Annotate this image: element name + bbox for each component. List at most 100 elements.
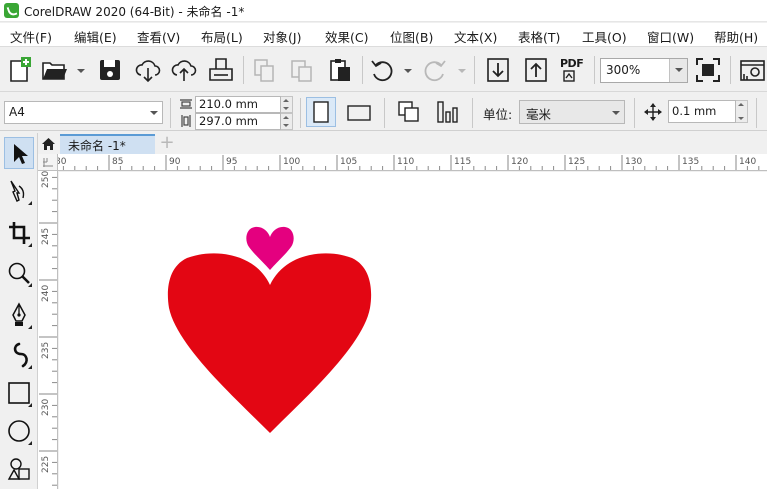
basic-shapes-tool-icon — [7, 458, 30, 480]
portrait-orientation-button[interactable] — [306, 97, 336, 127]
publish-pdf-icon[interactable]: PDF — [559, 56, 587, 84]
horizontal-ruler[interactable]: 80 85 90 95 100 105 110 115 120 125 130 135 140 — [58, 154, 767, 171]
page-size-select[interactable]: A4 — [4, 101, 163, 124]
ruler-label: 90 — [169, 157, 181, 167]
menu-window[interactable]: 窗口(W) — [647, 27, 694, 46]
full-screen-icon[interactable] — [694, 56, 722, 84]
menu-bar: 文件(F) 编辑(E) 查看(V) 布局(L) 对象(J) 效果(C) 位图(B… — [0, 23, 767, 47]
toolbar-separator — [362, 56, 363, 84]
all-pages-button[interactable] — [394, 97, 424, 127]
flyout-corner-icon — [28, 283, 32, 287]
flyout-corner-icon — [28, 201, 32, 205]
basic-shapes-tool[interactable] — [4, 453, 34, 485]
flyout-corner-icon — [28, 441, 32, 445]
menu-object[interactable]: 对象(J) — [263, 27, 301, 46]
ruler-label: 225 — [41, 456, 51, 473]
menu-help[interactable]: 帮助(H) — [714, 27, 758, 46]
paste-icon[interactable] — [288, 56, 316, 84]
drawing-canvas[interactable] — [59, 172, 767, 489]
open-dropdown-icon[interactable] — [77, 69, 85, 73]
chevron-down-icon — [612, 111, 620, 115]
ellipse-tool[interactable] — [4, 415, 34, 447]
ruler-label: 110 — [397, 157, 414, 167]
undo-icon[interactable] — [368, 56, 396, 84]
menu-file[interactable]: 文件(F) — [10, 27, 52, 46]
zoom-level-value: 300% — [606, 63, 641, 77]
toolbar-separator — [730, 56, 731, 84]
ruler-label: 135 — [682, 157, 699, 167]
ruler-label: 115 — [454, 157, 471, 167]
cloud-download-icon[interactable] — [134, 56, 162, 84]
page-height-field[interactable]: 297.0 mm — [195, 113, 281, 130]
page-height-stepper[interactable] — [281, 113, 293, 130]
vertical-ruler[interactable]: 250 245 240 235 230 225 — [38, 171, 58, 489]
shape-tool[interactable] — [4, 175, 34, 207]
flyout-corner-icon — [28, 403, 32, 407]
ruler-label: 85 — [112, 157, 123, 167]
zoom-tool[interactable] — [4, 257, 34, 289]
home-icon — [42, 138, 55, 150]
flyout-corner-icon — [28, 325, 32, 329]
page-size-value: A4 — [9, 105, 25, 119]
pick-tool[interactable] — [4, 137, 34, 169]
current-page-button[interactable] — [432, 97, 462, 127]
home-tab[interactable] — [38, 134, 60, 154]
zoom-dropdown-button[interactable] — [669, 59, 687, 82]
flyout-corner-icon — [28, 243, 32, 247]
toolbar-separator — [594, 56, 595, 84]
ruler-label: 230 — [41, 399, 51, 416]
page-width-stepper[interactable] — [281, 96, 293, 113]
artistic-media-tool[interactable] — [4, 339, 34, 371]
pdf-badge-icon — [563, 70, 575, 82]
ruler-label: 240 — [41, 285, 51, 302]
pick-tool-icon — [14, 144, 28, 164]
menu-table[interactable]: 表格(T) — [518, 27, 560, 46]
tab-document[interactable]: 未命名 -1* — [60, 134, 155, 154]
menu-edit[interactable]: 编辑(E) — [74, 27, 117, 46]
clipboard-icon[interactable] — [326, 56, 354, 84]
document-tab-label: 未命名 -1* — [68, 139, 126, 153]
ruler-label: 95 — [226, 157, 237, 167]
page-width-field[interactable]: 210.0 mm — [195, 96, 281, 113]
export-icon[interactable] — [522, 56, 550, 84]
units-value: 毫米 — [526, 107, 552, 122]
large-red-heart[interactable] — [167, 253, 372, 433]
print-icon[interactable] — [207, 56, 235, 84]
import-icon[interactable] — [484, 56, 512, 84]
units-select[interactable]: 毫米 — [519, 100, 625, 124]
open-folder-icon[interactable] — [40, 56, 68, 84]
ruler-origin-corner[interactable] — [38, 154, 58, 171]
nudge-distance-icon — [644, 103, 662, 121]
ruler-label: 125 — [568, 157, 585, 167]
landscape-orientation-button[interactable] — [344, 97, 374, 127]
ruler-label: 120 — [511, 157, 528, 167]
nudge-distance-field[interactable]: 0.1 mm — [668, 100, 736, 123]
ruler-label: 250 — [41, 171, 51, 188]
copy-icon[interactable] — [251, 56, 279, 84]
undo-dropdown-icon[interactable] — [404, 69, 412, 73]
redo-icon[interactable] — [421, 56, 449, 84]
crop-tool[interactable] — [4, 217, 34, 249]
menu-text[interactable]: 文本(X) — [454, 27, 497, 46]
menu-bitmaps[interactable]: 位图(B) — [390, 27, 433, 46]
canvas-artwork — [167, 226, 372, 433]
menu-effects[interactable]: 效果(C) — [325, 27, 368, 46]
add-tab-button[interactable]: + — [157, 134, 177, 154]
propbar-separator — [634, 98, 635, 128]
options-icon[interactable] — [738, 56, 766, 84]
rectangle-tool[interactable] — [4, 377, 34, 409]
zoom-level-combo[interactable]: 300% — [600, 58, 688, 83]
small-magenta-heart[interactable] — [246, 226, 294, 270]
chevron-down-icon — [675, 68, 683, 72]
cloud-upload-icon[interactable] — [170, 56, 198, 84]
ruler-label: 80 — [58, 157, 67, 167]
menu-view[interactable]: 查看(V) — [137, 27, 180, 46]
new-document-icon[interactable] — [6, 56, 34, 84]
redo-dropdown-icon[interactable] — [458, 69, 466, 73]
save-icon[interactable] — [96, 56, 124, 84]
ruler-origin-icon — [43, 158, 53, 167]
menu-layout[interactable]: 布局(L) — [201, 27, 243, 46]
nudge-distance-stepper[interactable] — [736, 100, 748, 123]
pen-tool[interactable] — [4, 299, 34, 331]
menu-tools[interactable]: 工具(O) — [582, 27, 627, 46]
